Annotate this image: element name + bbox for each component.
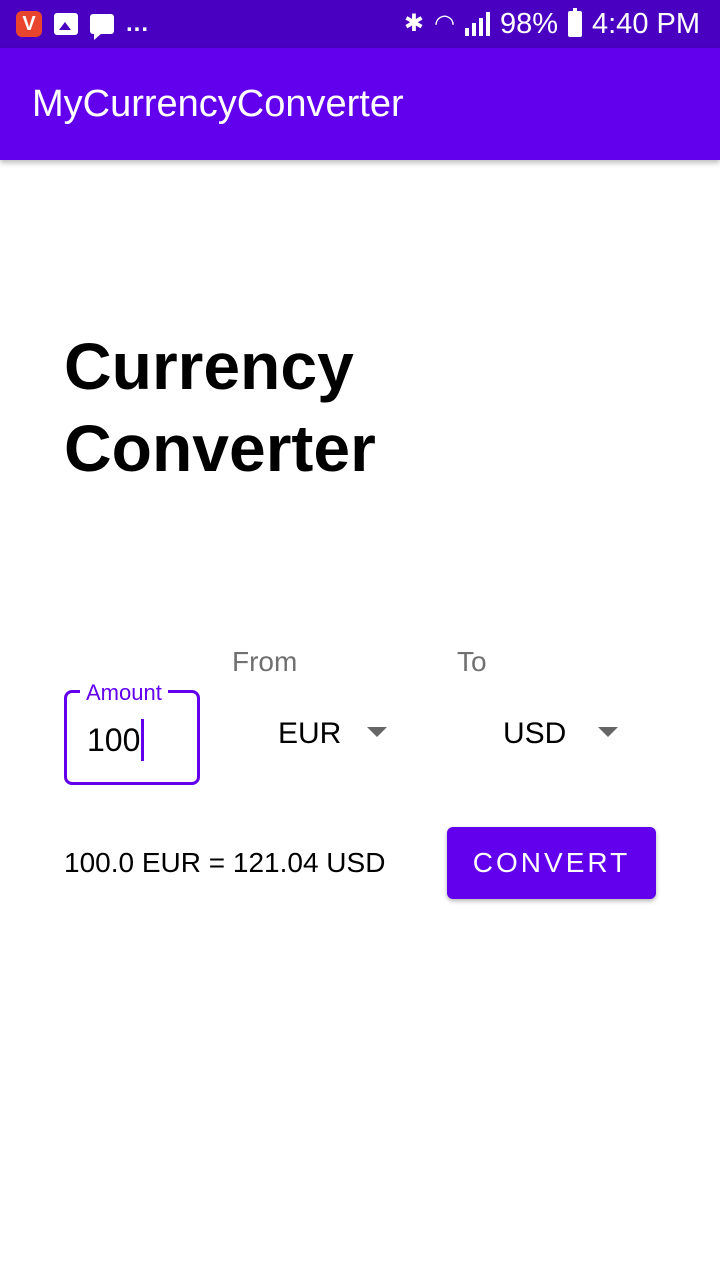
battery-percent: 98% [499, 7, 558, 40]
text-cursor [141, 719, 145, 761]
conversion-result: 100.0 EUR = 121.04 USD [64, 847, 386, 878]
app-title: MyCurrencyConverter [32, 83, 404, 125]
bluetooth-icon: ✱ [403, 10, 424, 37]
amount-input-value[interactable]: 100 [87, 719, 145, 761]
to-currency-value: USD [503, 717, 567, 750]
from-currency-dropdown[interactable]: EUR [278, 712, 387, 756]
system-icons: ✱ ◠ 98% 4:40 PM [404, 8, 700, 40]
status-bar: V ... ✱ ◠ 98% 4:40 PM [0, 0, 720, 48]
heading-line-1: Currency [64, 329, 354, 403]
to-currency-dropdown[interactable]: USD [503, 712, 618, 756]
dropdown-arrow-icon [367, 727, 387, 737]
convert-button[interactable]: CONVERT [447, 827, 656, 899]
from-currency-value: EUR [278, 717, 342, 750]
wifi-icon: ◠ [434, 10, 455, 37]
clock: 4:40 PM [592, 7, 700, 40]
heading-line-2: Converter [64, 411, 376, 485]
vivaldi-app-icon: V [16, 11, 42, 37]
message-icon [90, 14, 114, 40]
image-icon [54, 13, 78, 35]
to-label: To [457, 646, 487, 677]
app-bar: MyCurrencyConverter [0, 48, 720, 160]
amount-input-label: Amount [80, 680, 168, 706]
dropdown-arrow-icon [598, 727, 618, 737]
more-notifications-indicator: ... [126, 10, 150, 37]
page-heading: Currency Converter [64, 325, 376, 489]
amount-value-text: 100 [87, 721, 141, 758]
signal-icon [464, 12, 490, 36]
notification-icons: V ... [16, 10, 150, 40]
from-label: From [232, 646, 298, 677]
battery-icon [568, 8, 582, 37]
